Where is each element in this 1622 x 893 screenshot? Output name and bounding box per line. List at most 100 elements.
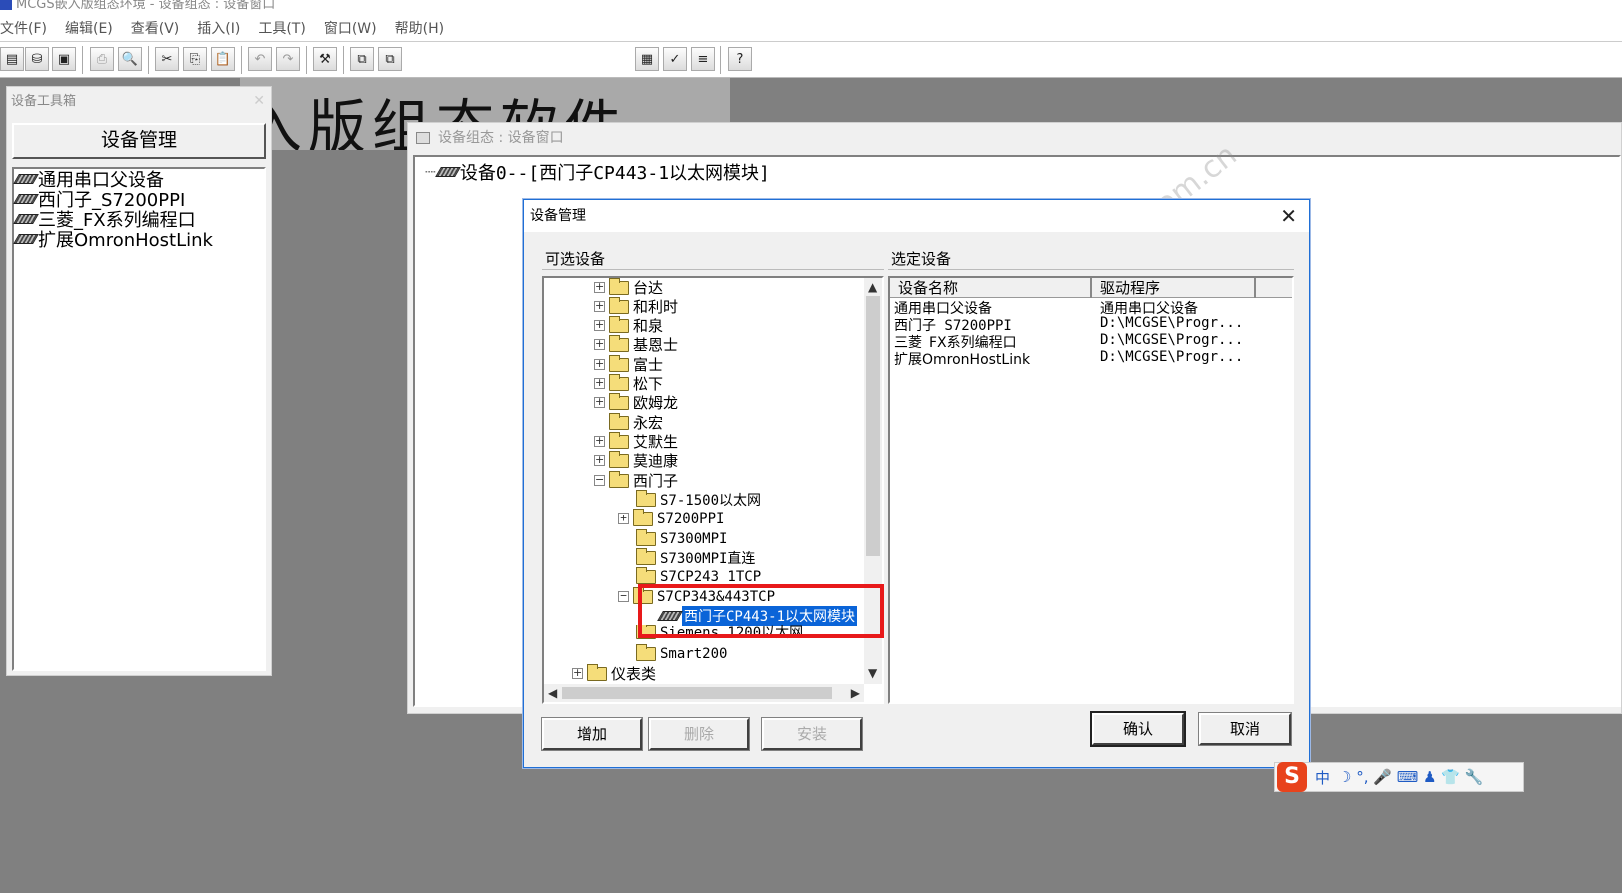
- table-row[interactable]: 通用串口父设备 通用串口父设备: [894, 298, 1198, 317]
- tree-item[interactable]: + 和利时: [594, 296, 678, 316]
- table-row[interactable]: 三菱_FX系列编程口 D:\MCGSE\Progr...: [894, 332, 1243, 349]
- device-config-icon[interactable]: ⧉: [378, 47, 402, 71]
- menu-edit[interactable]: 编辑(E): [65, 18, 113, 38]
- copy-icon[interactable]: ⎘: [183, 47, 207, 71]
- menu-file[interactable]: 文件(F): [0, 18, 47, 38]
- folder-icon: [609, 296, 629, 314]
- menu-insert[interactable]: 插入(I): [197, 18, 240, 38]
- folder-icon: [609, 450, 629, 468]
- paste-icon[interactable]: 📋: [211, 47, 235, 71]
- install-button[interactable]: 安装: [761, 717, 863, 751]
- folder-icon: [587, 663, 607, 681]
- scroll-up-icon[interactable]: ▲: [868, 280, 877, 294]
- tree-item[interactable]: + 基恩士: [594, 334, 678, 354]
- tree-item[interactable]: + 松下: [594, 373, 663, 393]
- tree-item[interactable]: − 西门子: [594, 470, 678, 490]
- ime-toolbar[interactable]: S 中 ☽ °, 🎤 ⌨ ♟ 👕 🔧: [1274, 762, 1524, 792]
- list-icon[interactable]: ≡: [691, 47, 715, 71]
- menu-view[interactable]: 查看(V): [131, 18, 180, 38]
- open-project-icon[interactable]: ⛁: [25, 47, 49, 71]
- tree-item[interactable]: + 富士: [594, 354, 663, 374]
- folder-icon: [636, 547, 656, 565]
- undo-icon[interactable]: ↶: [248, 47, 272, 71]
- app-title-bar: MCGS嵌入版组态环境 - 设备组态 : 设备窗口: [0, 0, 1622, 14]
- print-icon[interactable]: ⎙: [90, 47, 114, 71]
- expand-icon[interactable]: +: [618, 512, 629, 524]
- menu-window[interactable]: 窗口(W): [324, 18, 377, 38]
- collapse-icon[interactable]: −: [594, 474, 605, 486]
- device-window-title-bar: 设备组态 : 设备窗口: [408, 123, 1621, 153]
- print-preview-icon[interactable]: 🔍: [118, 47, 142, 71]
- cancel-button[interactable]: 取消: [1198, 712, 1292, 746]
- tree-item[interactable]: + 艾默生: [594, 431, 678, 451]
- device-icon: [434, 167, 461, 177]
- collapse-icon[interactable]: −: [618, 590, 629, 602]
- folder-icon: [609, 373, 629, 391]
- toolbar: ▤ ⛁ ▣ ⎙ 🔍 ✂ ⎘ 📋 ↶ ↷ ⚒ ⧉ ⧉ ▦ ✓ ≡ ?: [0, 42, 1622, 78]
- tools-icon[interactable]: ⚒: [313, 47, 337, 71]
- tree-item[interactable]: Smart200: [636, 643, 727, 663]
- delete-button[interactable]: 删除: [648, 717, 750, 751]
- ime-tool-icons[interactable]: ☽ °, 🎤 ⌨ ♟ 👕 🔧: [1338, 768, 1483, 786]
- tree-item[interactable]: + 台达: [594, 278, 663, 297]
- device-icon: [13, 174, 39, 184]
- folder-icon: [636, 489, 656, 507]
- selected-devices-label: 选定设备: [888, 248, 1294, 270]
- expand-icon[interactable]: +: [594, 300, 605, 312]
- horizontal-scrollbar[interactable]: ◀ ▶: [544, 684, 864, 702]
- expand-icon[interactable]: +: [594, 377, 605, 389]
- folder-icon: [609, 470, 629, 488]
- folder-icon: [609, 354, 629, 372]
- sogou-logo-icon[interactable]: S: [1277, 762, 1307, 792]
- expand-icon[interactable]: +: [594, 358, 605, 370]
- menu-tools[interactable]: 工具(T): [258, 18, 305, 38]
- scroll-left-icon[interactable]: ◀: [548, 686, 557, 700]
- folder-icon: [636, 643, 656, 661]
- close-icon[interactable]: ✕: [1280, 204, 1297, 228]
- expand-icon[interactable]: +: [594, 396, 605, 408]
- tree-item[interactable]: S7300MPI直连: [636, 547, 755, 567]
- column-header-name[interactable]: 设备名称: [890, 278, 1092, 298]
- ok-button[interactable]: 确认: [1090, 711, 1186, 747]
- toolbar-separator: [306, 46, 308, 74]
- expand-icon[interactable]: +: [572, 667, 583, 679]
- scroll-thumb[interactable]: [866, 296, 880, 556]
- new-window-icon[interactable]: ▤: [0, 47, 24, 71]
- scroll-thumb[interactable]: [562, 687, 832, 699]
- tree-item[interactable]: + 欧姆龙: [594, 392, 678, 412]
- tree-item[interactable]: + S7200PPI: [618, 508, 724, 528]
- menu-help[interactable]: 帮助(H): [395, 18, 444, 38]
- toolbox-title: 设备工具箱: [7, 87, 271, 117]
- tree-item[interactable]: 永宏: [609, 412, 663, 432]
- tree-item[interactable]: S7300MPI: [636, 528, 727, 548]
- dialog-title-bar: 设备管理: [524, 200, 1309, 232]
- scroll-down-icon[interactable]: ▼: [868, 666, 877, 680]
- redo-icon[interactable]: ↷: [276, 47, 300, 71]
- tree-item[interactable]: + 和泉: [594, 315, 663, 335]
- save-icon[interactable]: ▣: [52, 47, 76, 71]
- column-header-driver[interactable]: 驱动程序: [1092, 278, 1256, 298]
- properties-icon[interactable]: ▦: [635, 47, 659, 71]
- scroll-right-icon[interactable]: ▶: [851, 686, 860, 700]
- list-item[interactable]: 扩展OmronHostLink: [13, 229, 264, 251]
- tree-item[interactable]: S7-1500以太网: [636, 489, 761, 509]
- add-button[interactable]: 增加: [541, 717, 643, 751]
- folder-icon: [609, 334, 629, 352]
- device-management-button[interactable]: 设备管理: [12, 123, 266, 159]
- cut-icon[interactable]: ✂: [155, 47, 179, 71]
- help-icon[interactable]: ?: [728, 47, 752, 71]
- check-icon[interactable]: ✓: [663, 47, 687, 71]
- ime-mode-label[interactable]: 中: [1315, 767, 1330, 788]
- expand-icon[interactable]: +: [594, 435, 605, 447]
- device-node[interactable]: ┈ 设备0--[西门子CP443-1以太网模块]: [425, 159, 770, 185]
- tree-item[interactable]: + 仪表类: [572, 663, 656, 683]
- expand-icon[interactable]: +: [594, 281, 605, 293]
- expand-icon[interactable]: +: [594, 319, 605, 331]
- expand-icon[interactable]: +: [594, 454, 605, 466]
- table-row[interactable]: 西门子_S7200PPI D:\MCGSE\Progr...: [894, 315, 1243, 332]
- table-row[interactable]: 扩展OmronHostLink D:\MCGSE\Progr...: [894, 349, 1243, 366]
- device-window-icon[interactable]: ⧉: [350, 47, 374, 71]
- expand-icon[interactable]: +: [594, 338, 605, 350]
- close-icon[interactable]: ✕: [253, 93, 265, 109]
- tree-item[interactable]: + 莫迪康: [594, 450, 678, 470]
